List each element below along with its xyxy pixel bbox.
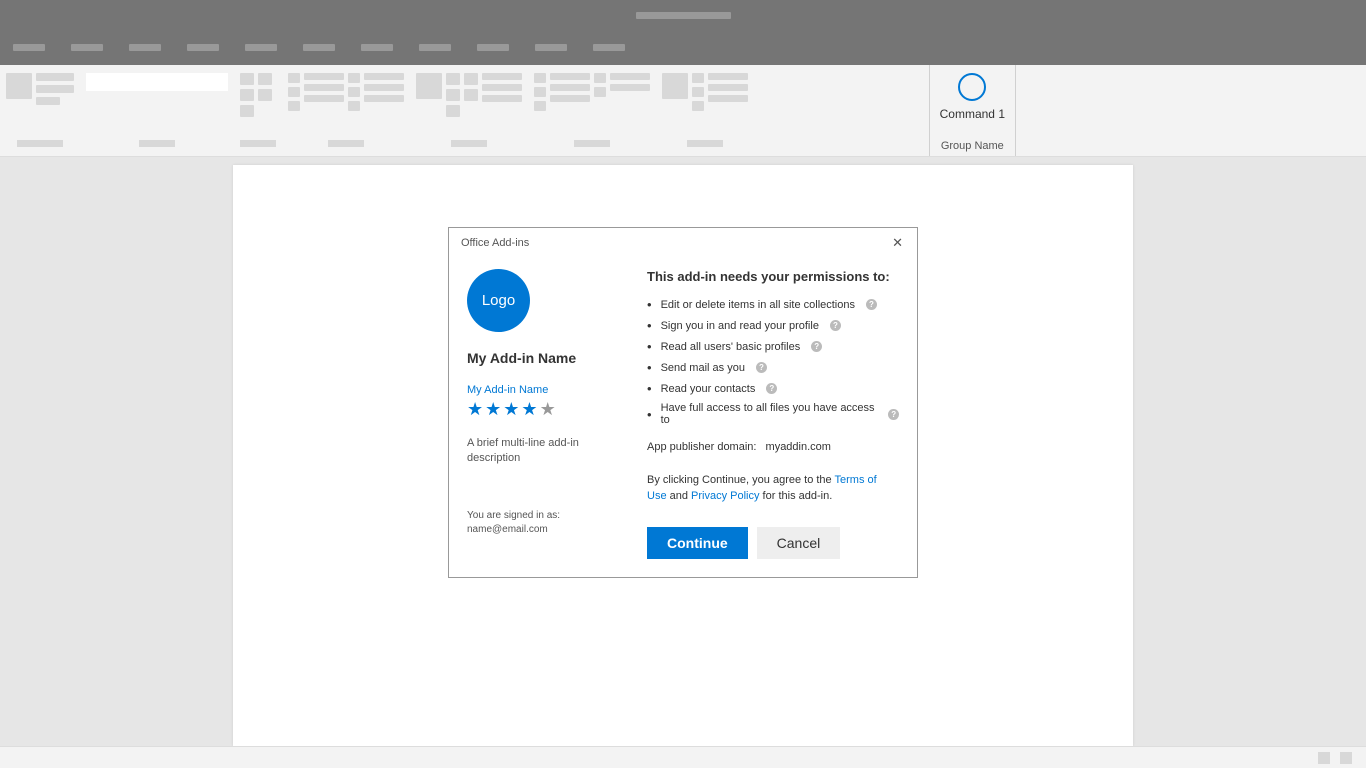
permissions-panel: This add-in needs your permissions to: E… (647, 269, 899, 559)
ribbon-tabs (0, 30, 1366, 65)
ribbon-tab[interactable] (361, 44, 393, 51)
consent-text: By clicking Continue, you agree to the T… (647, 473, 899, 505)
cancel-button[interactable]: Cancel (757, 527, 841, 559)
star-icon: ★ (503, 399, 521, 419)
command-button[interactable]: Command 1 (940, 71, 1005, 121)
dialog-body: Logo My Add-in Name My Add-in Name ★★★★★… (449, 255, 917, 577)
star-icon: ★ (467, 399, 485, 419)
help-icon[interactable]: ? (766, 383, 777, 394)
addin-description: A brief multi-line add-in description (467, 436, 617, 467)
rating-stars: ★★★★★ (467, 400, 617, 418)
document-canvas: Office Add-ins ✕ Logo My Add-in Name My … (233, 165, 1133, 746)
ribbon-group (528, 65, 656, 156)
addin-command-group: Command 1 Group Name (929, 65, 1016, 156)
star-icon: ★ (485, 399, 503, 419)
addin-logo: Logo (467, 269, 530, 332)
permission-item: Read all users' basic profiles? (647, 336, 899, 357)
star-icon: ★ (521, 399, 539, 419)
group-name-label: Group Name (941, 140, 1004, 152)
help-icon[interactable]: ? (830, 320, 841, 331)
permission-text: Read your contacts (661, 383, 756, 395)
status-indicator (1318, 752, 1330, 764)
status-bar (0, 746, 1366, 768)
permission-item: Read your contacts? (647, 378, 899, 399)
ribbon-tab[interactable] (303, 44, 335, 51)
permission-item: Have full access to all files you have a… (647, 399, 899, 429)
ribbon-group (0, 65, 80, 156)
help-icon[interactable]: ? (866, 299, 877, 310)
permission-text: Send mail as you (661, 362, 745, 374)
title-placeholder (636, 12, 731, 19)
ribbon: Command 1 Group Name (0, 65, 1366, 157)
publisher-label: App publisher domain: (647, 441, 756, 453)
ribbon-tab[interactable] (419, 44, 451, 51)
ribbon-group (656, 65, 754, 156)
permission-text: Read all users' basic profiles (661, 341, 801, 353)
permission-text: Edit or delete items in all site collect… (661, 299, 855, 311)
help-icon[interactable]: ? (888, 409, 899, 420)
permission-text: Sign you in and read your profile (661, 320, 819, 332)
signed-in-info: You are signed in as: name@email.com (467, 509, 617, 537)
help-icon[interactable]: ? (811, 341, 822, 352)
command-label: Command 1 (940, 107, 1005, 121)
ribbon-tab[interactable] (593, 44, 625, 51)
signed-in-label: You are signed in as: (467, 509, 617, 523)
ribbon-tab[interactable] (535, 44, 567, 51)
continue-button[interactable]: Continue (647, 527, 748, 559)
permission-item: Send mail as you? (647, 357, 899, 378)
star-icon: ★ (540, 399, 558, 419)
title-bar (0, 0, 1366, 30)
status-indicator (1340, 752, 1352, 764)
permission-text: Have full access to all files you have a… (661, 402, 878, 426)
ribbon-tab[interactable] (477, 44, 509, 51)
ribbon-tab[interactable] (129, 44, 161, 51)
ribbon-group (282, 65, 410, 156)
ribbon-tab[interactable] (71, 44, 103, 51)
permission-item: Edit or delete items in all site collect… (647, 294, 899, 315)
permissions-heading: This add-in needs your permissions to: (647, 269, 899, 284)
dialog-header: Office Add-ins ✕ (449, 228, 917, 255)
addin-command-icon (958, 73, 986, 101)
privacy-policy-link[interactable]: Privacy Policy (691, 490, 759, 502)
signed-in-email: name@email.com (467, 523, 617, 537)
permissions-dialog: Office Add-ins ✕ Logo My Add-in Name My … (448, 227, 918, 578)
addin-info-panel: Logo My Add-in Name My Add-in Name ★★★★★… (467, 269, 617, 559)
publisher-domain: myaddin.com (766, 441, 831, 453)
dialog-title: Office Add-ins (461, 237, 529, 249)
ribbon-group (80, 65, 234, 156)
workspace: Office Add-ins ✕ Logo My Add-in Name My … (0, 157, 1366, 746)
ribbon-tab[interactable] (13, 44, 45, 51)
ribbon-tab[interactable] (245, 44, 277, 51)
help-icon[interactable]: ? (756, 362, 767, 373)
addin-store-link[interactable]: My Add-in Name (467, 384, 617, 396)
dialog-actions: Continue Cancel (647, 527, 899, 559)
permissions-list: Edit or delete items in all site collect… (647, 294, 899, 429)
publisher-row: App publisher domain: myaddin.com (647, 441, 899, 453)
addin-name: My Add-in Name (467, 350, 617, 366)
close-icon[interactable]: ✕ (888, 234, 907, 251)
permission-item: Sign you in and read your profile? (647, 315, 899, 336)
ribbon-group (410, 65, 528, 156)
ribbon-tab[interactable] (187, 44, 219, 51)
ribbon-group (234, 65, 282, 156)
logo-text: Logo (482, 292, 515, 309)
